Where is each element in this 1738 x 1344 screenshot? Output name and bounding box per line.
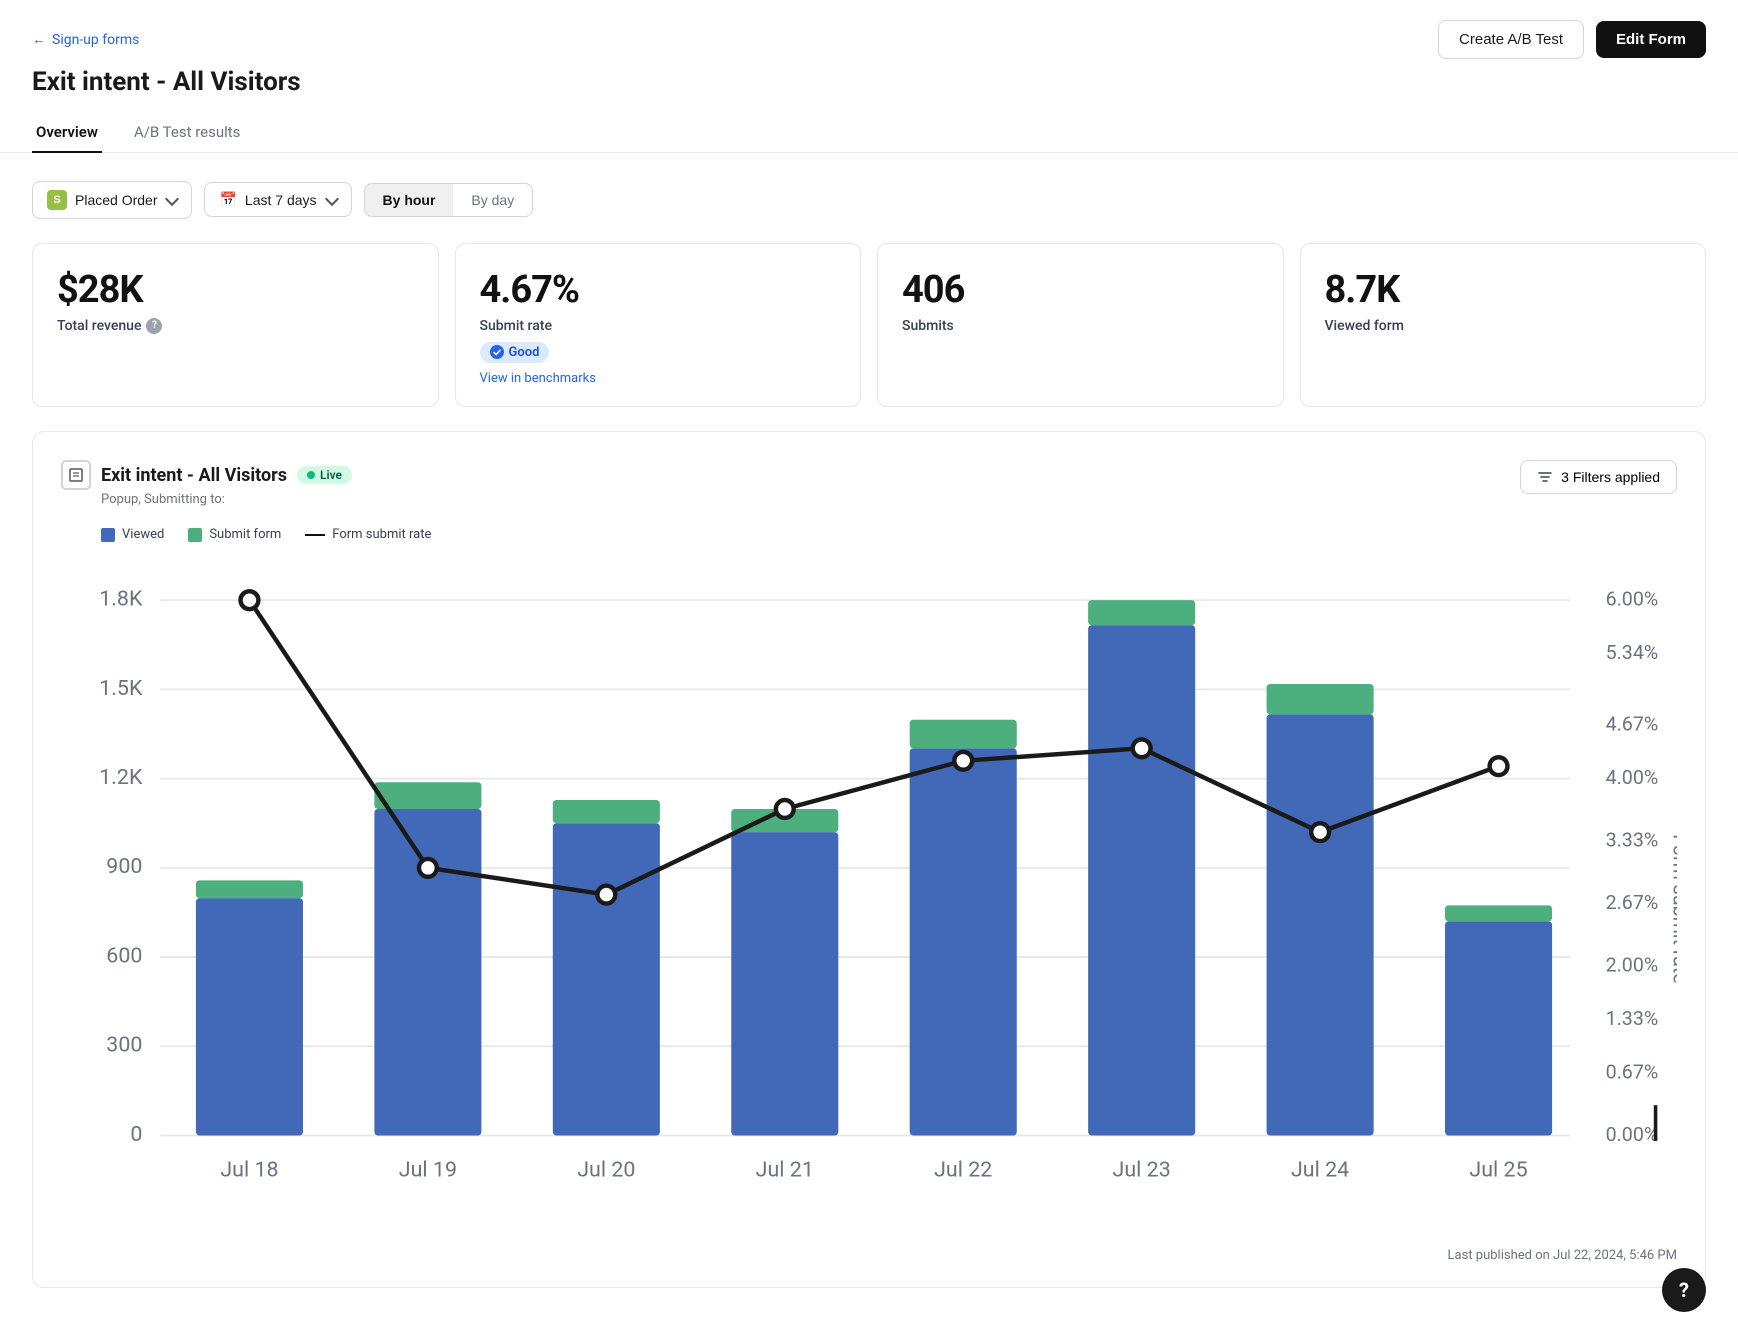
calendar-icon: 📅 — [219, 191, 236, 208]
chart-title: Exit intent - All Visitors — [101, 465, 287, 486]
chevron-down-icon — [165, 191, 179, 205]
check-icon — [490, 345, 504, 359]
svg-text:Jul 24: Jul 24 — [1291, 1158, 1349, 1183]
legend-rate-label: Form submit rate — [332, 527, 431, 542]
svg-text:Jul 25: Jul 25 — [1469, 1158, 1527, 1183]
placed-order-filter[interactable]: S Placed Order — [32, 181, 192, 219]
page-title: Exit intent - All Visitors — [0, 59, 1738, 97]
svg-text:Jul 23: Jul 23 — [1113, 1158, 1171, 1183]
last-published: Last published on Jul 22, 2024, 5:46 PM — [61, 1248, 1677, 1263]
tab-overview[interactable]: Overview — [32, 113, 102, 153]
back-link[interactable]: ← Sign-up forms — [32, 31, 139, 48]
chart-area: 1.8K 1.5K 1.2K 900 600 300 0 — [71, 552, 1677, 1230]
svg-text:4.00%: 4.00% — [1606, 766, 1659, 789]
back-arrow-icon: ← — [32, 31, 46, 48]
help-button[interactable]: ? — [1662, 1268, 1706, 1312]
date-range-filter[interactable]: 📅 Last 7 days — [204, 182, 351, 217]
create-ab-button[interactable]: Create A/B Test — [1438, 20, 1584, 59]
filters-applied-button[interactable]: 3 Filters applied — [1520, 460, 1677, 494]
legend-viewed-label: Viewed — [122, 527, 164, 542]
back-label: Sign-up forms — [52, 32, 139, 48]
svg-text:2.00%: 2.00% — [1606, 953, 1659, 976]
good-label: Good — [509, 345, 540, 360]
svg-text:600: 600 — [106, 943, 142, 968]
chart-card: Exit intent - All Visitors Live Popup, S… — [32, 431, 1706, 1288]
info-icon[interactable]: ? — [146, 318, 162, 334]
stat-label-viewed: Viewed form — [1325, 318, 1682, 334]
edit-form-button[interactable]: Edit Form — [1596, 21, 1706, 58]
benchmark-link[interactable]: View in benchmarks — [480, 371, 837, 386]
svg-text:1.5K: 1.5K — [99, 676, 143, 701]
svg-text:3.33%: 3.33% — [1606, 828, 1659, 851]
placed-order-label: Placed Order — [75, 192, 157, 208]
legend-submit: Submit form — [188, 527, 281, 542]
filters-applied-label: 3 Filters applied — [1561, 469, 1660, 485]
svg-text:Jul 19: Jul 19 — [399, 1158, 457, 1183]
svg-text:Jul 18: Jul 18 — [220, 1158, 278, 1183]
stat-card-viewed: 8.7K Viewed form — [1300, 243, 1707, 408]
svg-text:4.67%: 4.67% — [1606, 712, 1659, 735]
filter-row: S Placed Order 📅 Last 7 days By hour By … — [32, 181, 1706, 219]
legend-green-swatch — [188, 528, 202, 542]
stat-value-viewed: 8.7K — [1325, 268, 1682, 312]
tab-ab-results[interactable]: A/B Test results — [130, 113, 245, 153]
good-badge: Good — [480, 342, 550, 363]
svg-text:Jul 22: Jul 22 — [934, 1158, 992, 1183]
svg-text:900: 900 — [106, 854, 142, 879]
svg-text:5.34%: 5.34% — [1606, 641, 1659, 664]
svg-text:Jul 20: Jul 20 — [577, 1158, 635, 1183]
stat-label-submits: Submits — [902, 318, 1259, 334]
filter-icon — [1537, 469, 1553, 485]
legend-rate: Form submit rate — [305, 527, 431, 542]
by-hour-button[interactable]: By hour — [365, 184, 454, 216]
tabs-bar: Overview A/B Test results — [0, 113, 1738, 153]
by-day-button[interactable]: By day — [453, 184, 532, 216]
stat-card-revenue: $28K Total revenue ? — [32, 243, 439, 408]
svg-text:0.67%: 0.67% — [1606, 1060, 1659, 1083]
svg-text:0: 0 — [130, 1122, 142, 1147]
stat-value-submitrate: 4.67% — [480, 268, 837, 312]
svg-text:Form submit rate: Form submit rate — [1668, 834, 1677, 983]
bar-chart: 1.8K 1.5K 1.2K 900 600 300 0 — [71, 552, 1677, 1230]
live-dot — [307, 471, 315, 479]
stat-label-revenue: Total revenue ? — [57, 318, 414, 334]
svg-text:300: 300 — [106, 1033, 142, 1058]
svg-text:1.2K: 1.2K — [99, 765, 143, 790]
stat-value-submits: 406 — [902, 268, 1259, 312]
live-badge: Live — [297, 466, 352, 484]
svg-text:6.00%: 6.00% — [1606, 588, 1659, 611]
legend-row: Viewed Submit form Form submit rate — [101, 527, 1677, 542]
svg-text:Jul 21: Jul 21 — [756, 1158, 814, 1183]
legend-blue-swatch — [101, 528, 115, 542]
stat-label-submitrate: Submit rate — [480, 318, 837, 334]
chevron-down-icon — [324, 191, 338, 205]
form-icon — [61, 460, 91, 490]
svg-text:1.33%: 1.33% — [1606, 1007, 1659, 1030]
legend-viewed: Viewed — [101, 527, 164, 542]
svg-text:0.00%: 0.00% — [1606, 1123, 1659, 1146]
legend-submit-label: Submit form — [209, 527, 281, 542]
stats-row: $28K Total revenue ? 4.67% Submit rate G… — [32, 243, 1706, 408]
svg-text:1.8K: 1.8K — [99, 587, 143, 612]
chart-subtitle: Popup, Submitting to: — [101, 492, 352, 507]
date-range-label: Last 7 days — [245, 192, 317, 208]
shopify-icon: S — [47, 190, 67, 210]
stat-value-revenue: $28K — [57, 268, 414, 312]
legend-line — [305, 534, 325, 536]
top-actions: Create A/B Test Edit Form — [1438, 20, 1706, 59]
stat-card-submits: 406 Submits — [877, 243, 1284, 408]
svg-text:2.67%: 2.67% — [1606, 891, 1659, 914]
live-label: Live — [320, 468, 342, 482]
time-toggle: By hour By day — [364, 183, 534, 217]
stat-card-submitrate: 4.67% Submit rate Good View in benchmark… — [455, 243, 862, 408]
